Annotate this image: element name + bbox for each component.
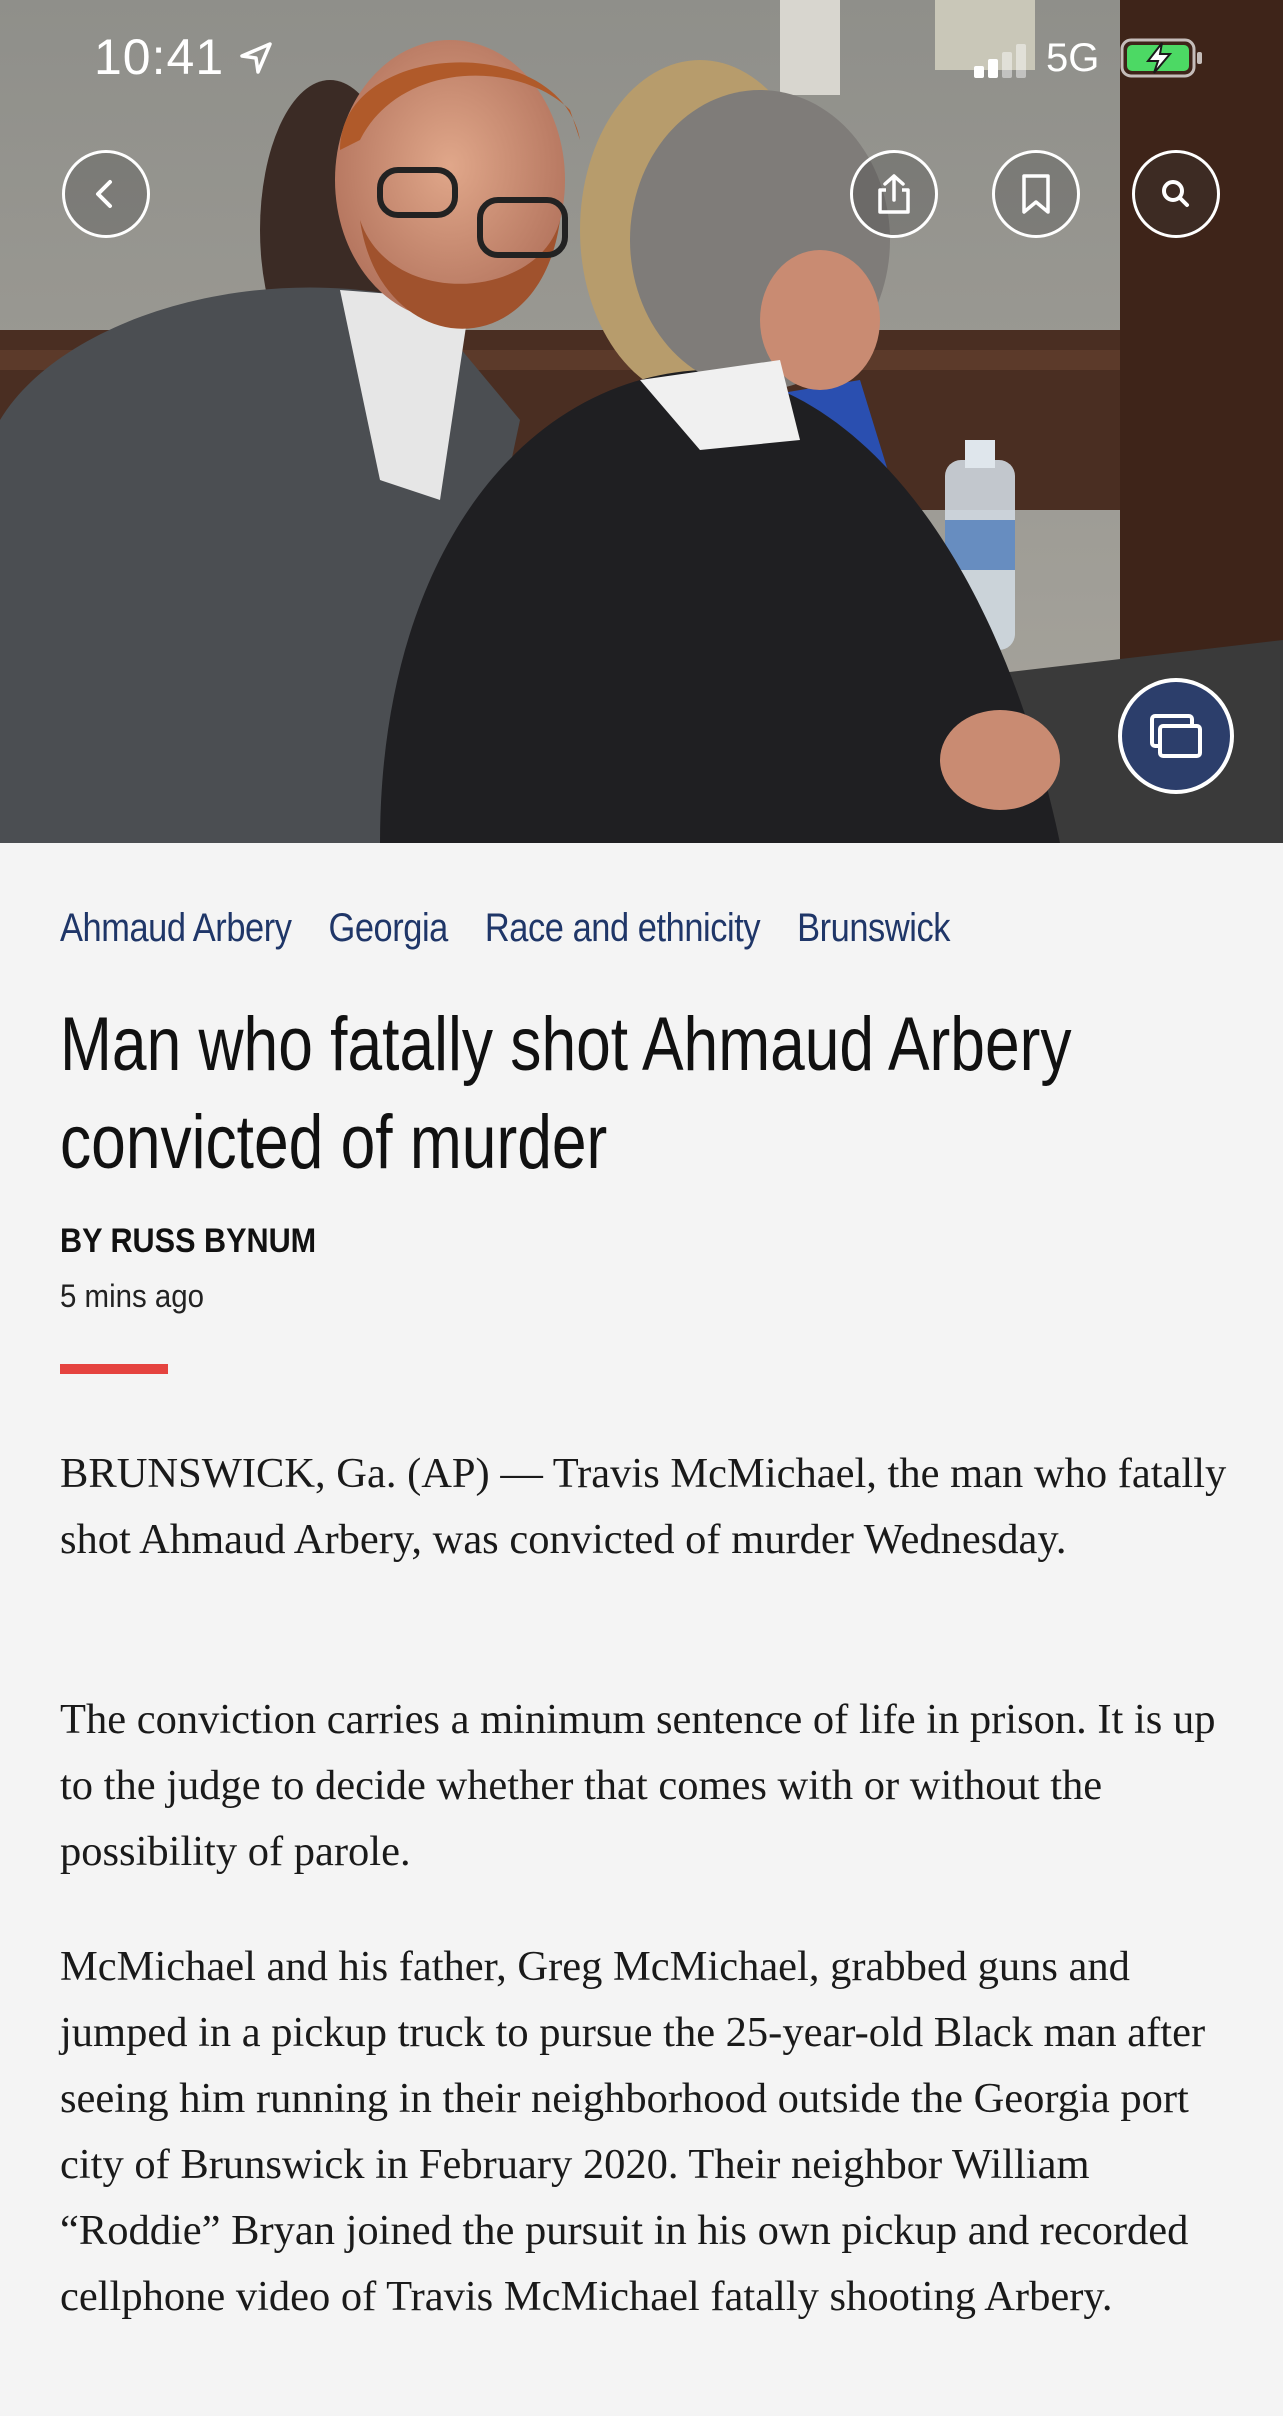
search-button[interactable] <box>1132 150 1220 238</box>
article-paragraph: The conviction carries a minimum sentenc… <box>60 1696 1216 1875</box>
article-byline[interactable]: BY RUSS BYNUM <box>60 1222 316 1261</box>
bookmark-button[interactable] <box>992 150 1080 238</box>
topic-tags: Ahmaud Arbery Georgia Race and ethnicity… <box>60 906 950 951</box>
tag-link[interactable]: Georgia <box>328 906 448 951</box>
network-type: 5G <box>1046 36 1100 80</box>
search-icon <box>1162 180 1189 207</box>
article-timestamp: 5 mins ago <box>60 1278 205 1314</box>
accent-divider <box>60 1364 168 1374</box>
bookmark-icon <box>1022 174 1050 214</box>
battery-charging-icon <box>1120 38 1202 78</box>
article-paragraph: McMichael and his father, Greg McMichael… <box>60 1943 1206 2320</box>
gallery-button[interactable] <box>1118 678 1234 794</box>
tag-link[interactable]: Ahmaud Arbery <box>60 906 292 951</box>
article-headline: Man who fatally shot Ahmaud Arbery convi… <box>60 1002 1072 1185</box>
article-paragraph: BRUNSWICK, Ga. (AP) — Travis McMichael, … <box>60 1450 1227 1563</box>
share-button[interactable] <box>850 150 938 238</box>
signal-icon <box>974 44 1026 78</box>
hero-photo[interactable]: 10:41 5G <box>0 0 1283 843</box>
status-time: 10:41 <box>94 29 225 85</box>
back-button[interactable] <box>62 150 150 238</box>
tag-link[interactable]: Race and ethnicity <box>485 906 761 951</box>
location-arrow-icon <box>240 42 272 74</box>
status-bar: 10:41 5G <box>0 0 1283 120</box>
chevron-left-icon <box>96 180 112 208</box>
courtroom-photo <box>0 0 1283 843</box>
share-icon <box>878 174 910 214</box>
tag-link[interactable]: Brunswick <box>797 906 950 951</box>
gallery-icon <box>1150 714 1202 758</box>
